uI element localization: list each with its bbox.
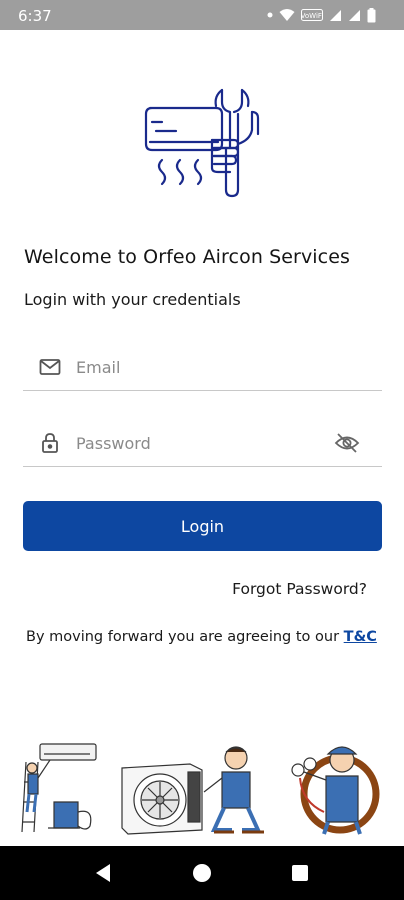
navigation-bar <box>0 846 404 900</box>
terms-prefix: By moving forward you are agreeing to ou… <box>26 629 344 645</box>
technician-gauges-illustration <box>284 742 384 843</box>
svg-text:VoWiFi: VoWiFi <box>301 12 323 20</box>
welcome-title: Welcome to Orfeo Aircon Services <box>24 246 351 268</box>
technician-outdoor-unit-illustration <box>118 742 268 843</box>
app-logo <box>138 86 266 198</box>
login-subtitle: Login with your credentials <box>24 290 241 309</box>
visibility-off-icon[interactable] <box>334 431 360 455</box>
status-bar: 6:37 VoWiFi <box>0 0 404 30</box>
terms-link[interactable]: T&C <box>344 629 377 645</box>
battery-icon <box>367 7 376 23</box>
signal-icon <box>329 9 342 22</box>
home-button[interactable] <box>190 861 214 885</box>
signal-icon-2 <box>348 9 361 22</box>
email-input[interactable] <box>76 352 316 382</box>
recents-button[interactable] <box>288 861 312 885</box>
back-button[interactable] <box>92 861 116 885</box>
terms-text: By moving forward you are agreeing to ou… <box>26 629 377 645</box>
status-icons: VoWiFi <box>267 7 376 23</box>
dot-icon <box>267 12 273 18</box>
wifi-icon <box>279 8 295 22</box>
lock-icon <box>38 431 62 455</box>
email-field[interactable] <box>23 346 382 391</box>
forgot-password-link[interactable]: Forgot Password? <box>232 580 367 598</box>
login-button[interactable]: Login <box>23 501 382 551</box>
status-time: 6:37 <box>18 7 52 25</box>
password-field[interactable] <box>23 422 382 467</box>
wifi-calling-icon: VoWiFi <box>301 9 323 21</box>
mail-icon <box>38 355 62 379</box>
technician-ladder-illustration <box>20 742 102 839</box>
password-input[interactable] <box>76 428 316 458</box>
